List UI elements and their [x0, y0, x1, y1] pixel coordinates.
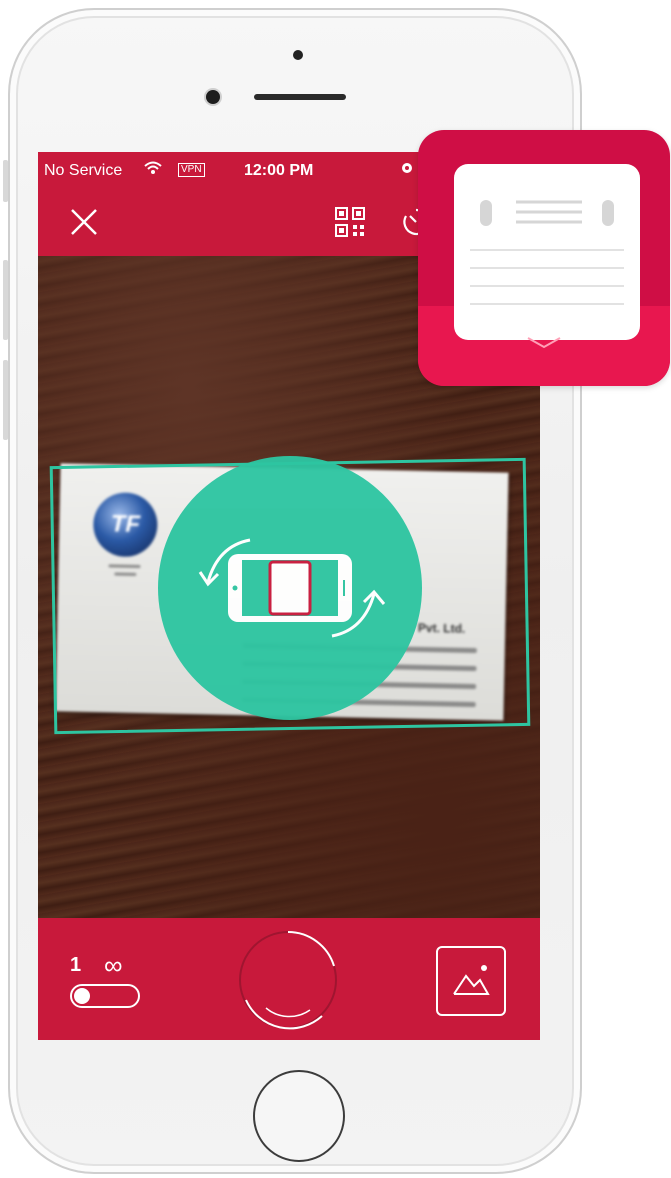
shutter-icon	[239, 930, 337, 1030]
qr-code-icon	[335, 207, 365, 237]
carrier-label: No Service	[44, 162, 123, 179]
rotate-device-hint	[158, 456, 422, 720]
toggle-track[interactable]	[70, 984, 140, 1008]
status-time: 12:00 PM	[244, 162, 314, 179]
close-icon	[71, 209, 97, 235]
earpiece-speaker	[254, 94, 346, 100]
chevron-down-icon	[527, 337, 561, 349]
volume-up-button	[3, 260, 8, 340]
rotate-phone-icon	[198, 538, 386, 638]
proximity-sensor	[206, 90, 220, 104]
camscanner-app-icon	[418, 130, 670, 386]
mute-switch	[3, 160, 8, 202]
batch-mode-label: ∞	[104, 950, 123, 980]
home-button[interactable]	[253, 1070, 345, 1162]
volume-down-button	[3, 360, 8, 440]
close-button[interactable]	[66, 204, 102, 240]
toggle-knob[interactable]	[74, 988, 90, 1004]
qr-scan-button[interactable]	[334, 206, 366, 238]
gallery-button[interactable]	[436, 946, 506, 1016]
app-icon-document	[454, 164, 640, 340]
document-lines-icon	[470, 200, 624, 305]
wifi-icon	[144, 161, 162, 179]
gallery-icon	[453, 965, 490, 995]
vpn-badge: VPN	[178, 163, 205, 177]
front-camera	[293, 50, 303, 60]
shutter-button[interactable]	[236, 928, 340, 1032]
single-mode-label: 1	[70, 954, 82, 976]
alarm-icon	[400, 160, 414, 178]
capture-bar: 1 ∞	[38, 918, 540, 1040]
batch-mode-toggle[interactable]: 1 ∞	[66, 950, 146, 1010]
